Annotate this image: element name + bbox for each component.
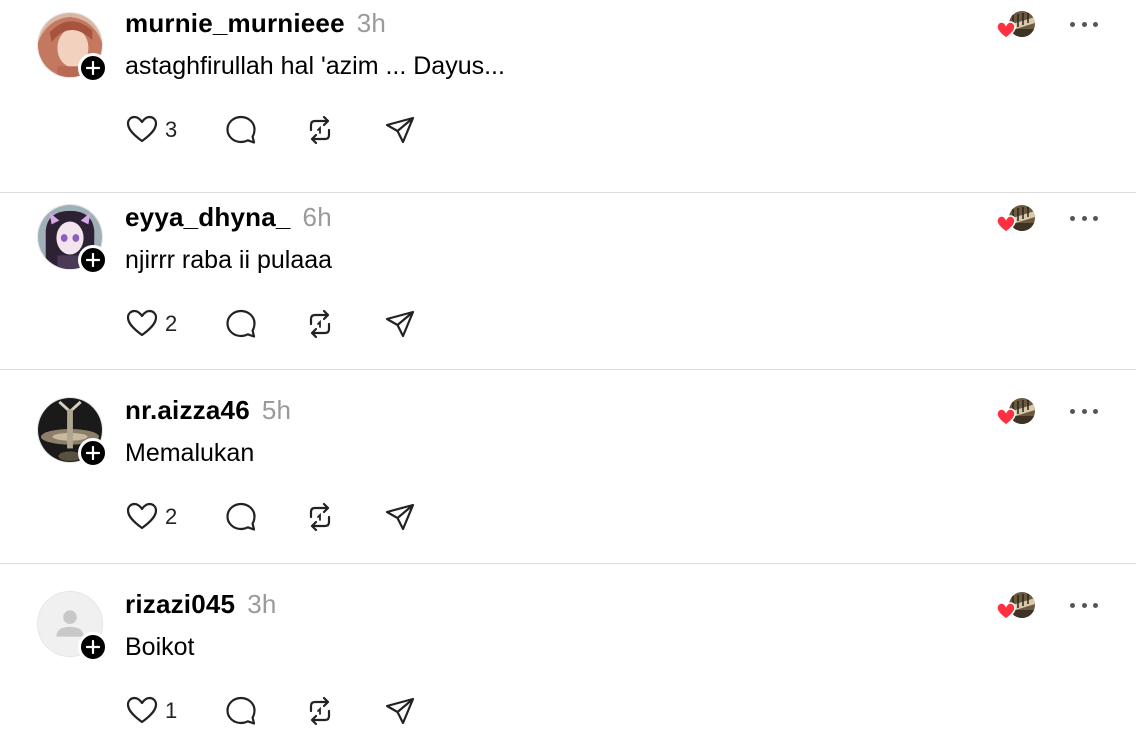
post: murnie_murnieee 3h astaghfirullah hal 'az… <box>0 0 1136 193</box>
paper-plane-icon <box>385 697 415 725</box>
follow-button[interactable] <box>78 632 108 662</box>
paper-plane-icon <box>385 503 415 531</box>
liked-by-author[interactable] <box>996 591 1040 621</box>
post-text: Memalukan <box>125 439 255 467</box>
timestamp[interactable]: 6h <box>303 202 332 232</box>
repost-arrows-icon <box>309 502 331 532</box>
like-button[interactable]: 3 <box>125 112 177 148</box>
reply-button[interactable] <box>224 499 258 535</box>
repost-button[interactable] <box>303 306 337 342</box>
dot <box>1081 408 1087 414</box>
dot <box>1070 408 1075 414</box>
username-link[interactable]: eyya_dhyna_ <box>125 202 291 232</box>
repost-arrows-icon <box>309 696 331 726</box>
dot <box>1081 602 1087 608</box>
reply-button[interactable] <box>224 306 258 342</box>
username-link[interactable]: rizazi045 <box>125 589 235 619</box>
repost-button[interactable] <box>303 112 337 148</box>
dot <box>1093 602 1098 608</box>
post-text: njirrr raba ii pulaaa <box>125 246 333 274</box>
heart-outline-icon <box>126 502 158 530</box>
heart-outline-icon <box>126 696 158 724</box>
post-header: murnie_murnieee 3h <box>125 8 386 39</box>
username-link[interactable]: nr.aizza46 <box>125 395 250 425</box>
post-header: eyya_dhyna_ 6h <box>125 202 332 233</box>
heart-filled-icon <box>996 408 1016 426</box>
avatar-wrap[interactable] <box>37 204 108 275</box>
share-button[interactable] <box>383 499 417 535</box>
speech-bubble-icon <box>226 502 256 531</box>
post-text: astaghfirullah hal 'azim ... Dayus... <box>125 52 505 80</box>
dot <box>1070 21 1075 27</box>
like-button[interactable]: 2 <box>125 306 177 342</box>
like-count: 1 <box>165 698 178 723</box>
speech-bubble-icon <box>226 115 256 144</box>
more-options-button[interactable] <box>1070 214 1098 222</box>
like-button[interactable]: 1 <box>125 693 177 729</box>
timestamp[interactable]: 5h <box>262 395 291 425</box>
plus-icon <box>86 61 100 75</box>
dot <box>1070 215 1075 221</box>
share-button[interactable] <box>383 112 417 148</box>
reply-button[interactable] <box>224 112 258 148</box>
avatar-wrap[interactable] <box>37 591 108 662</box>
post-text: Boikot <box>125 633 195 661</box>
more-options-button[interactable] <box>1070 20 1098 28</box>
dot <box>1081 21 1087 27</box>
post-header: rizazi045 3h <box>125 589 277 620</box>
speech-bubble-icon <box>226 309 256 338</box>
follow-button[interactable] <box>78 245 108 275</box>
post: rizazi045 3h Boikot 1 <box>0 564 1136 748</box>
heart-filled-icon <box>996 21 1016 39</box>
heart-outline-icon <box>126 309 158 337</box>
speech-bubble-icon <box>226 696 256 725</box>
paper-plane-icon <box>385 310 415 338</box>
dot <box>1093 21 1098 27</box>
reply-button[interactable] <box>224 693 258 729</box>
paper-plane-icon <box>385 116 415 144</box>
follow-button[interactable] <box>78 438 108 468</box>
repost-button[interactable] <box>303 693 337 729</box>
more-options-button[interactable] <box>1070 407 1098 415</box>
post: eyya_dhyna_ 6h njirrr raba ii pulaaa 2 <box>0 177 1136 370</box>
share-button[interactable] <box>383 693 417 729</box>
like-button[interactable]: 2 <box>125 499 177 535</box>
heart-outline-icon <box>126 115 158 143</box>
share-button[interactable] <box>383 306 417 342</box>
avatar-wrap[interactable] <box>37 12 108 83</box>
plus-icon <box>86 253 100 267</box>
dot <box>1081 215 1087 221</box>
avatar-wrap[interactable] <box>37 397 108 468</box>
username-link[interactable]: murnie_murnieee <box>125 8 345 38</box>
timestamp[interactable]: 3h <box>247 589 276 619</box>
repost-button[interactable] <box>303 499 337 535</box>
repost-arrows-icon <box>309 309 331 339</box>
follow-button[interactable] <box>78 53 108 83</box>
plus-icon <box>86 640 100 654</box>
repost-arrows-icon <box>309 115 331 145</box>
like-count: 2 <box>165 504 178 529</box>
heart-filled-icon <box>996 215 1016 233</box>
timestamp[interactable]: 3h <box>357 8 386 38</box>
like-count: 3 <box>165 117 178 142</box>
like-count: 2 <box>165 311 178 336</box>
liked-by-author[interactable] <box>996 204 1040 234</box>
dot <box>1093 215 1098 221</box>
more-options-button[interactable] <box>1070 601 1098 609</box>
heart-filled-icon <box>996 602 1016 620</box>
post: nr.aizza46 5h Memalukan 2 <box>0 370 1136 564</box>
post-header: nr.aizza46 5h <box>125 395 291 426</box>
liked-by-author[interactable] <box>996 10 1040 40</box>
plus-icon <box>86 446 100 460</box>
liked-by-author[interactable] <box>996 397 1040 427</box>
dot <box>1070 602 1075 608</box>
dot <box>1093 408 1098 414</box>
